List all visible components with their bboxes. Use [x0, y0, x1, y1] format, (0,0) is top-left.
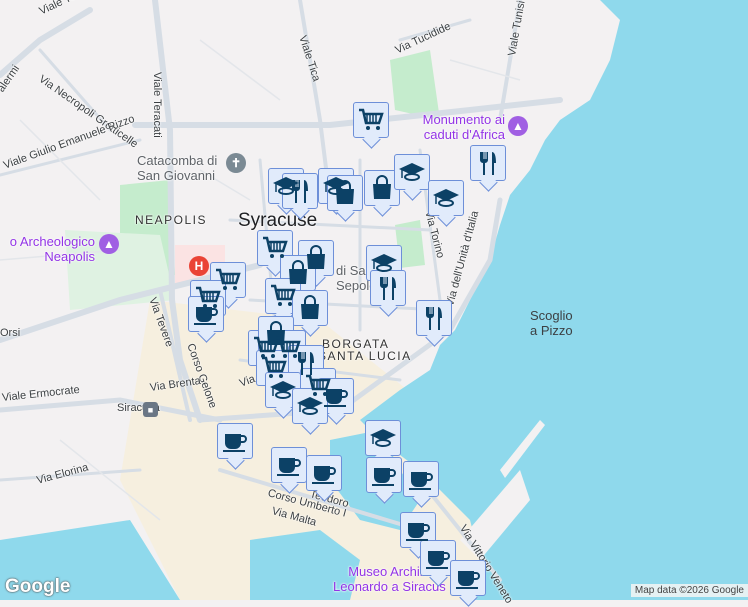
coffee-icon — [194, 307, 218, 325]
map-marker-bag[interactable] — [364, 170, 400, 206]
map-marker-coffee[interactable] — [400, 512, 436, 548]
fork-icon — [480, 152, 496, 175]
map-marker-coffee[interactable] — [403, 461, 439, 497]
poi-catacomba[interactable]: Catacomba di San Giovanni — [137, 153, 217, 183]
bag-icon — [336, 180, 354, 204]
grad-icon — [399, 163, 425, 181]
coffee-icon — [409, 472, 433, 490]
coffee-icon — [324, 389, 348, 407]
cross-icon[interactable]: ✝ — [226, 153, 246, 173]
coffee-icon — [406, 523, 430, 541]
map-marker-bag[interactable] — [292, 290, 328, 326]
street-label: Viale Teracati — [151, 72, 163, 138]
map-marker-fork[interactable] — [282, 173, 318, 209]
sea-label: Scoglio a Pizzo — [530, 308, 573, 338]
monument-icon[interactable]: ▲ — [99, 234, 119, 254]
cart-icon — [271, 284, 296, 306]
cart-icon — [263, 236, 288, 258]
map-marker-grad[interactable] — [394, 154, 430, 190]
grad-icon — [371, 254, 397, 272]
monument-icon[interactable]: ▲ — [508, 116, 528, 136]
map-marker-coffee[interactable] — [271, 447, 307, 483]
grad-icon — [433, 189, 459, 207]
poi-parco[interactable]: o Archeologico Neapolis — [0, 234, 95, 264]
map-marker-coffee[interactable] — [366, 457, 402, 493]
grad-icon — [370, 429, 396, 447]
grad-icon — [297, 397, 323, 415]
attribution[interactable]: Map data ©2026 Google — [630, 584, 748, 597]
district-label: SANTA LUCIA — [318, 349, 412, 363]
bag-icon — [373, 175, 391, 199]
bag-icon — [301, 295, 319, 319]
map-marker-grad[interactable] — [365, 420, 401, 456]
grad-icon — [270, 381, 296, 399]
map-marker-coffee[interactable] — [306, 455, 342, 491]
cart-icon — [359, 108, 384, 130]
coffee-icon — [312, 466, 336, 484]
google-logo: Google — [5, 576, 71, 597]
street-label: Orsi — [0, 327, 21, 339]
coffee-icon — [456, 571, 480, 589]
map-marker-grad[interactable] — [428, 180, 464, 216]
map-marker-cart[interactable] — [353, 102, 389, 138]
coffee-icon — [372, 468, 396, 486]
map-marker-fork[interactable] — [470, 145, 506, 181]
map-marker-grad[interactable] — [292, 388, 328, 424]
map-marker-bag[interactable] — [327, 175, 363, 211]
coffee-icon — [277, 458, 301, 476]
coffee-icon — [426, 551, 450, 569]
map-marker-fork[interactable] — [416, 300, 452, 336]
fork-icon — [426, 307, 442, 330]
coffee-icon — [223, 434, 247, 452]
map-marker-coffee[interactable] — [217, 423, 253, 459]
map-marker-coffee[interactable] — [450, 560, 486, 596]
map-marker-fork[interactable] — [370, 270, 406, 306]
fork-icon — [292, 180, 308, 203]
district-label: NEAPOLIS — [135, 213, 208, 227]
map-marker-coffee[interactable] — [420, 540, 456, 576]
map-marker-coffee[interactable] — [188, 296, 224, 332]
hospital-icon[interactable]: H — [189, 256, 209, 276]
train-icon[interactable]: ■ — [143, 402, 158, 417]
poi-monumento[interactable]: Monumento ai caduti d'Africa — [410, 112, 505, 142]
fork-icon — [380, 277, 396, 300]
